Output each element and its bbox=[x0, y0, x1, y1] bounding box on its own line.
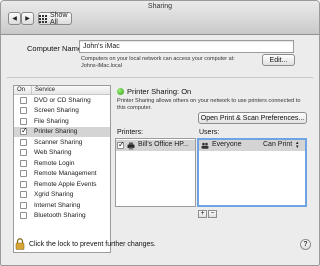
service-label: Screen Sharing bbox=[34, 107, 79, 115]
service-checkbox[interactable] bbox=[20, 126, 28, 136]
title-bar: Sharing ◀ ▶ Show All bbox=[1, 1, 319, 35]
service-row[interactable]: File Sharing bbox=[14, 116, 110, 127]
lock-message: Click the lock to prevent further change… bbox=[29, 241, 156, 248]
show-all-label: Show All bbox=[50, 11, 68, 26]
service-label: Internet Sharing bbox=[34, 201, 81, 209]
back-button[interactable]: ◀ bbox=[8, 12, 21, 25]
service-label: Printer Sharing bbox=[34, 128, 78, 136]
services-list: On Service DVD or CD Sharing Screen Shari… bbox=[13, 85, 111, 253]
service-checkbox[interactable] bbox=[20, 107, 27, 115]
users-group-icon bbox=[201, 142, 209, 149]
help-button[interactable]: ? bbox=[300, 239, 311, 250]
service-checkbox[interactable] bbox=[20, 159, 27, 167]
remove-user-button[interactable]: − bbox=[208, 210, 217, 218]
edit-button[interactable]: Edit... bbox=[262, 54, 295, 66]
help-icon: ? bbox=[303, 241, 308, 248]
section-divider bbox=[7, 77, 313, 78]
user-name: Everyone bbox=[212, 141, 242, 148]
service-label: Bluetooth Sharing bbox=[34, 212, 86, 220]
user-row[interactable]: Everyone Can Print ▴ ▾ bbox=[199, 140, 305, 151]
service-description-line2: this computer. bbox=[117, 105, 152, 111]
service-label: Xgrid Sharing bbox=[34, 191, 74, 199]
computer-name-label: Computer Name: bbox=[27, 44, 85, 53]
service-label: DVD or CD Sharing bbox=[34, 96, 91, 104]
service-label: Remote Apple Events bbox=[34, 180, 97, 188]
service-label: Remote Management bbox=[34, 170, 97, 178]
service-status: Printer Sharing: On bbox=[127, 87, 192, 96]
service-checkbox[interactable] bbox=[20, 96, 27, 104]
sharing-window: Sharing ◀ ▶ Show All Computer Name: John… bbox=[0, 0, 320, 266]
service-label: Remote Login bbox=[34, 159, 75, 167]
show-all-button[interactable]: Show All bbox=[38, 11, 72, 26]
service-row[interactable]: Remote Apple Events bbox=[14, 179, 110, 190]
on-column-header[interactable]: On bbox=[17, 87, 25, 93]
service-row[interactable]: Web Sharing bbox=[14, 148, 110, 159]
computer-name-field[interactable]: John's iMac bbox=[79, 40, 294, 53]
service-row[interactable]: Scanner Sharing bbox=[14, 137, 110, 148]
users-label: Users: bbox=[199, 129, 220, 136]
service-row[interactable]: Printer Sharing bbox=[14, 126, 110, 137]
add-user-button[interactable]: + bbox=[198, 210, 207, 218]
user-permission[interactable]: Can Print bbox=[263, 141, 292, 148]
back-arrow-icon: ◀ bbox=[12, 16, 17, 22]
service-checkbox[interactable] bbox=[20, 117, 27, 125]
service-label: Scanner Sharing bbox=[34, 138, 83, 146]
local-hostname: Johns-iMac.local bbox=[81, 63, 122, 69]
services-rows: DVD or CD Sharing Screen Sharing File Shar… bbox=[14, 95, 110, 221]
open-print-scan-prefs-button[interactable]: Open Print & Scan Preferences... bbox=[198, 112, 307, 124]
header-divider bbox=[31, 86, 32, 95]
service-row[interactable]: Bluetooth Sharing bbox=[14, 211, 110, 222]
service-checkbox[interactable] bbox=[20, 201, 27, 209]
service-row[interactable]: Remote Login bbox=[14, 158, 110, 169]
window-title: Sharing bbox=[147, 3, 173, 10]
service-row[interactable]: Internet Sharing bbox=[14, 200, 110, 211]
service-row[interactable]: Screen Sharing bbox=[14, 106, 110, 117]
printer-row[interactable]: Bill's Office HP... bbox=[116, 140, 195, 151]
service-checkbox[interactable] bbox=[20, 170, 27, 178]
service-checkbox[interactable] bbox=[20, 138, 27, 146]
service-label: Web Sharing bbox=[34, 149, 72, 157]
printer-icon bbox=[127, 142, 135, 150]
service-checkbox[interactable] bbox=[20, 212, 27, 220]
service-checkbox[interactable] bbox=[20, 149, 27, 157]
service-checkbox[interactable] bbox=[20, 180, 27, 188]
printers-list: Bill's Office HP... bbox=[115, 138, 196, 207]
printers-label: Printers: bbox=[117, 129, 144, 136]
service-column-header[interactable]: Service bbox=[35, 87, 55, 93]
permission-arrows-icon[interactable]: ▴ ▾ bbox=[296, 141, 299, 150]
forward-button[interactable]: ▶ bbox=[21, 12, 34, 25]
printer-checkbox[interactable] bbox=[117, 140, 125, 149]
lock-icon[interactable] bbox=[15, 238, 25, 250]
forward-arrow-icon: ▶ bbox=[25, 16, 30, 22]
service-checkbox[interactable] bbox=[20, 191, 27, 199]
service-row[interactable]: DVD or CD Sharing bbox=[14, 95, 110, 106]
services-header: On Service bbox=[14, 86, 110, 95]
computer-name-hint: Computers on your local network can acce… bbox=[81, 56, 235, 62]
status-dot-icon bbox=[117, 88, 124, 95]
service-label: File Sharing bbox=[34, 117, 69, 125]
printer-name: Bill's Office HP... bbox=[138, 141, 189, 148]
service-description-line1: Printer Sharing allows others on your ne… bbox=[117, 98, 301, 104]
grid-icon bbox=[39, 14, 47, 23]
service-row[interactable]: Remote Management bbox=[14, 169, 110, 180]
users-list[interactable]: Everyone Can Print ▴ ▾ bbox=[197, 138, 307, 207]
service-row[interactable]: Xgrid Sharing bbox=[14, 190, 110, 201]
